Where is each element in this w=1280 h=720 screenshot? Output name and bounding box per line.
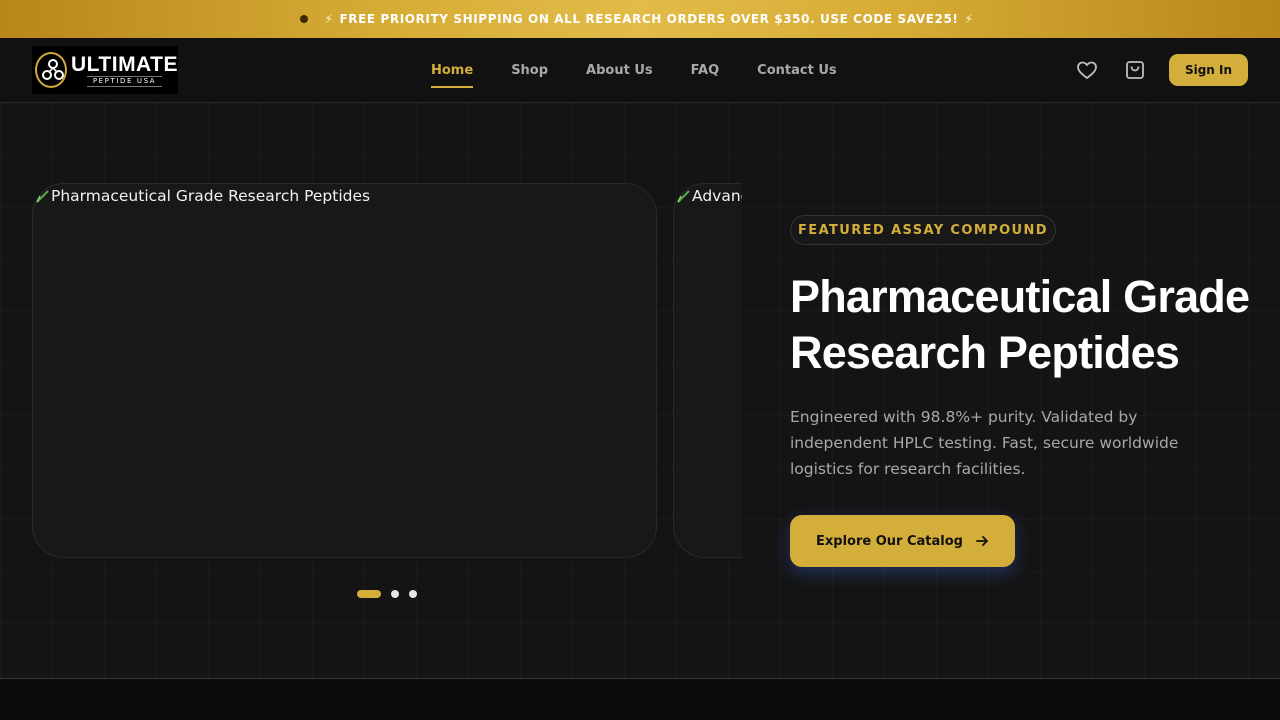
cta-label: Explore Our Catalog (816, 533, 963, 549)
site-logo[interactable]: ULTIMATE PEPTIDE USA (32, 46, 178, 94)
bullet-dot (300, 15, 309, 23)
nav-home[interactable]: Home (431, 38, 474, 102)
hero-title: Pharmaceutical Grade Research Peptides (790, 271, 1250, 378)
promo-text: FREE PRIORITY SHIPPING ON ALL RESEARCH O… (339, 12, 959, 26)
shopping-bag-icon[interactable] (1123, 58, 1147, 82)
slide-image-alt: Advanc (692, 187, 742, 205)
arrow-right-icon (976, 536, 988, 546)
hero-description: Engineered with 98.8%+ purity. Validated… (790, 408, 1179, 478)
nav-about-us[interactable]: About Us (586, 38, 653, 102)
carousel-pagination (357, 590, 427, 598)
sign-in-button[interactable]: Sign In (1169, 54, 1248, 86)
logo-subtitle: PEPTIDE USA (86, 75, 163, 87)
nav-contact-us[interactable]: Contact Us (757, 38, 836, 102)
lightning-icon: ⚡ (324, 12, 334, 26)
carousel-dot-active[interactable] (357, 590, 381, 598)
carousel-slide[interactable]: Advanc (673, 183, 742, 558)
broken-image-icon (36, 189, 49, 203)
molecule-logo-icon (35, 52, 67, 88)
slide-image-alt: Pharmaceutical Grade Research Peptides (51, 187, 371, 205)
logo-title: ULTIMATE (70, 52, 178, 76)
explore-catalog-button[interactable]: Explore Our Catalog (790, 515, 1015, 567)
featured-badge: FEATURED ASSAY COMPOUND (790, 215, 1056, 245)
image-carousel[interactable]: Pharmaceutical Grade Research Peptides A… (32, 183, 742, 558)
main-nav: Home Shop About Us FAQ Contact Us (431, 38, 875, 102)
broken-image-icon (677, 189, 690, 203)
heart-icon[interactable] (1075, 58, 1099, 82)
carousel-dot[interactable] (391, 590, 399, 598)
nav-shop[interactable]: Shop (511, 38, 548, 102)
page-bottom-band (0, 678, 1280, 720)
nav-faq[interactable]: FAQ (691, 38, 720, 102)
lightning-icon: ⚡ (964, 12, 974, 26)
carousel-dot[interactable] (409, 590, 417, 598)
site-header: ULTIMATE PEPTIDE USA Home Shop About Us … (0, 38, 1280, 103)
hero-section: Pharmaceutical Grade Research Peptides A… (0, 103, 1280, 678)
carousel-slide[interactable]: Pharmaceutical Grade Research Peptides (32, 183, 657, 558)
promo-banner: ⚡ FREE PRIORITY SHIPPING ON ALL RESEARCH… (0, 0, 1280, 38)
